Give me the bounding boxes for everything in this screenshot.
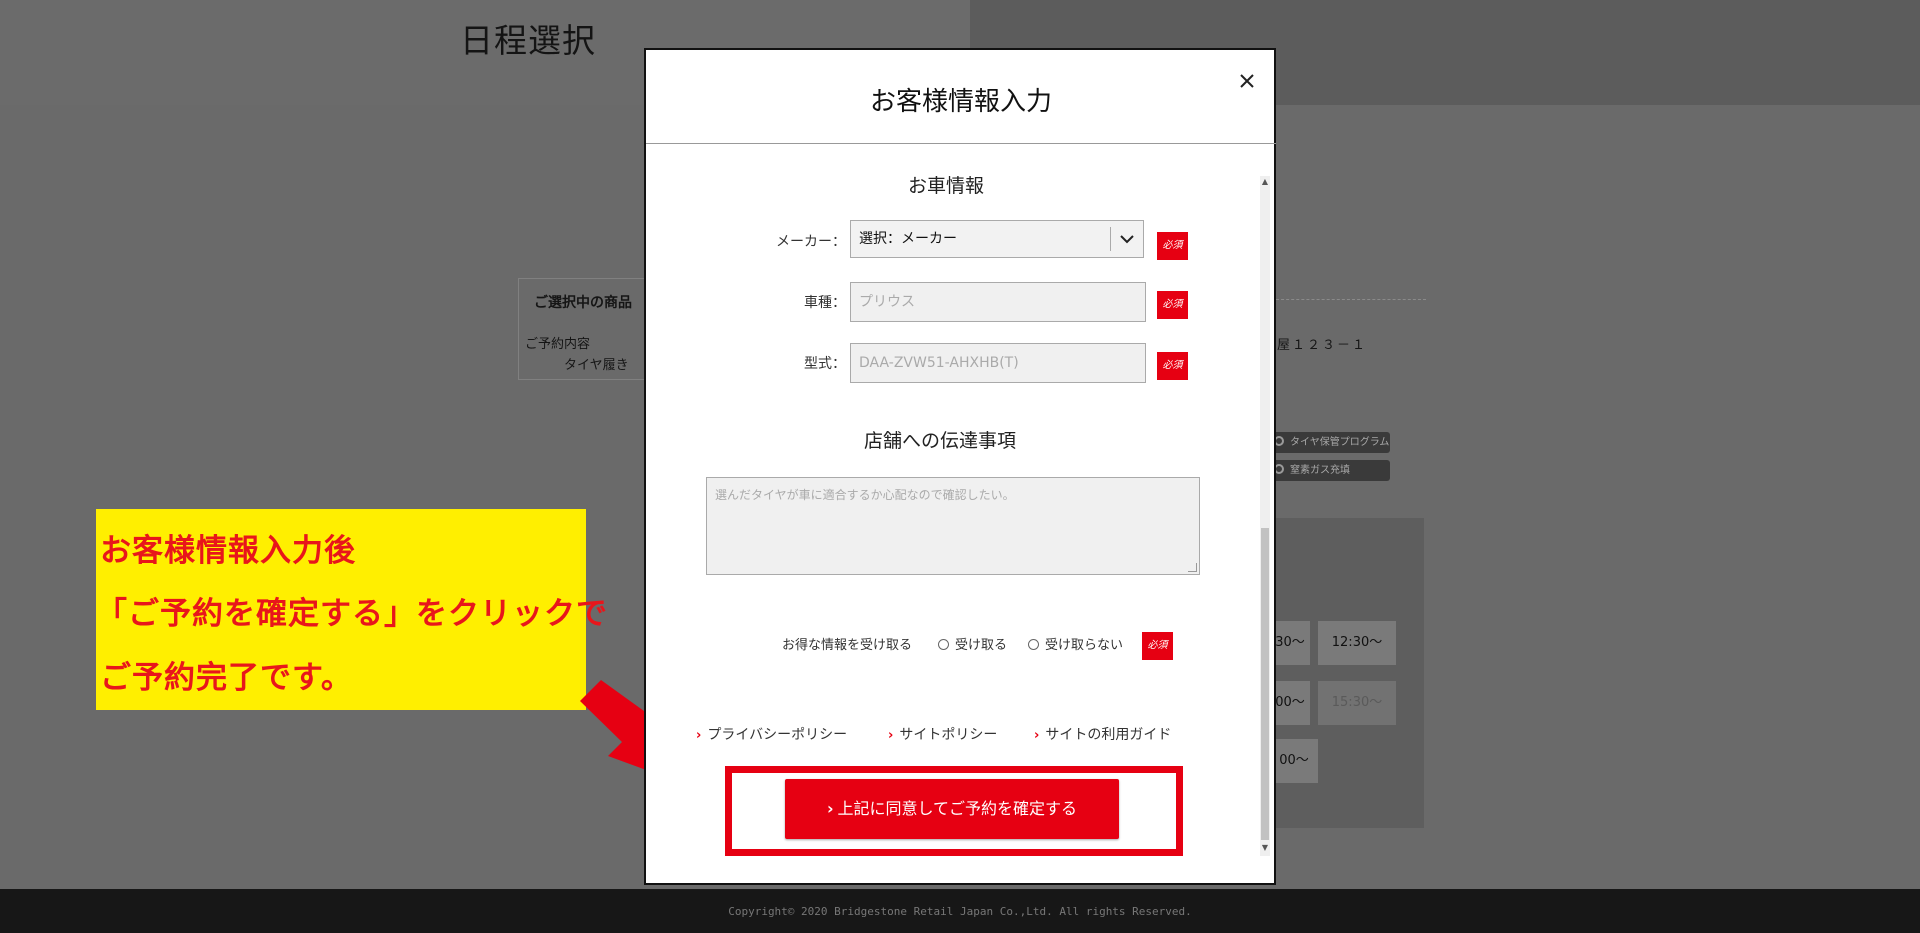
chevron-right-icon: › [888, 728, 894, 743]
car-info-heading: お車情報 [908, 175, 985, 197]
page-title: 日程選択 [460, 21, 596, 60]
time-slot[interactable]: 00〜 [1270, 681, 1310, 725]
scroll-thumb[interactable] [1261, 528, 1269, 840]
modal-divider [646, 143, 1276, 144]
close-icon[interactable] [1236, 70, 1258, 92]
time-slot[interactable]: 30〜 [1270, 621, 1310, 665]
scroll-down-icon[interactable]: ▼ [1260, 842, 1270, 854]
modal-title: お客様情報入力 [869, 87, 1052, 117]
model-label: 車種： [804, 295, 846, 311]
scroll-up-icon[interactable]: ▲ [1260, 176, 1270, 188]
time-slot[interactable]: 12:30〜 [1318, 621, 1396, 665]
privacy-policy-link[interactable]: › プライバシーポリシー [696, 724, 847, 744]
time-slot-unavailable: 15:30〜 [1318, 681, 1396, 725]
callout-line: お客様情報入力後 [100, 533, 356, 569]
store-address-fragment: 屋１２３－１ [1277, 338, 1368, 353]
callout-line: 「ご予約を確定する」をクリックで [96, 596, 608, 632]
time-slot-panel: 30〜 12:30〜 00〜 15:30〜 00〜 [1270, 518, 1424, 828]
copyright-text: Copyright© 2020 Bridgestone Retail Japan… [728, 905, 1192, 918]
customer-info-modal: お客様情報入力 お車情報 メーカー： 選択：メーカー 必須 車種： プリウス 必… [644, 48, 1276, 885]
maker-select-value: 選択：メーカー [859, 231, 957, 247]
radio-circle-icon [938, 639, 949, 650]
maker-select[interactable]: 選択：メーカー [850, 220, 1144, 258]
model-input[interactable]: プリウス [850, 282, 1146, 322]
site-guide-link[interactable]: › サイトの利用ガイド [1034, 724, 1171, 744]
selected-product-heading: ご選択中の商品 [534, 295, 632, 311]
service-badge-tire-storage: タイヤ保管プログラム [1270, 432, 1390, 453]
radio-receive[interactable]: 受け取る [938, 634, 1007, 653]
type-input[interactable]: DAA-ZVW51-AHXHB(T) [850, 343, 1146, 383]
time-slot[interactable]: 00〜 [1270, 739, 1318, 783]
site-policy-link[interactable]: › サイトポリシー [888, 724, 997, 744]
reservation-content-item: タイヤ履き [564, 358, 629, 373]
required-badge: 必須 [1157, 232, 1188, 260]
callout-line: ご予約完了です。 [100, 660, 353, 696]
maker-label: メーカー： [776, 234, 846, 250]
store-message-textarea[interactable]: 選んだタイヤが車に適合するか心配なので確認したい。 [706, 477, 1200, 575]
chevron-right-icon: › [696, 728, 702, 743]
textarea-placeholder: 選んだタイヤが車に適合するか心配なので確認したい。 [715, 488, 1015, 502]
select-separator [1110, 227, 1111, 251]
store-message-heading: 店舗への伝達事項 [864, 430, 1017, 452]
dashed-divider [1276, 299, 1426, 300]
chevron-down-icon [1120, 235, 1134, 244]
required-badge: 必須 [1142, 632, 1173, 660]
footer: Copyright© 2020 Bridgestone Retail Japan… [0, 889, 1920, 933]
required-badge: 必須 [1157, 352, 1188, 380]
instruction-callout: お客様情報入力後 「ご予約を確定する」をクリックで ご予約完了です。 [96, 509, 607, 710]
modal-scrollbar[interactable]: ▲ ▼ [1260, 176, 1270, 856]
newsletter-label: お得な情報を受け取る [782, 638, 913, 653]
chevron-right-icon: › [1034, 728, 1040, 743]
reservation-content-label: ご予約内容 [525, 337, 591, 352]
required-badge: 必須 [1157, 291, 1188, 319]
chevron-right-icon: › [826, 799, 834, 818]
confirm-reservation-button[interactable]: › 上記に同意してご予約を確定する [785, 779, 1119, 839]
resize-handle-icon[interactable] [1188, 563, 1197, 572]
service-badge-nitrogen: 窒素ガス充填 [1270, 460, 1390, 481]
radio-not-receive[interactable]: 受け取らない [1028, 634, 1123, 653]
radio-circle-icon [1028, 639, 1039, 650]
type-label: 型式： [804, 356, 846, 372]
